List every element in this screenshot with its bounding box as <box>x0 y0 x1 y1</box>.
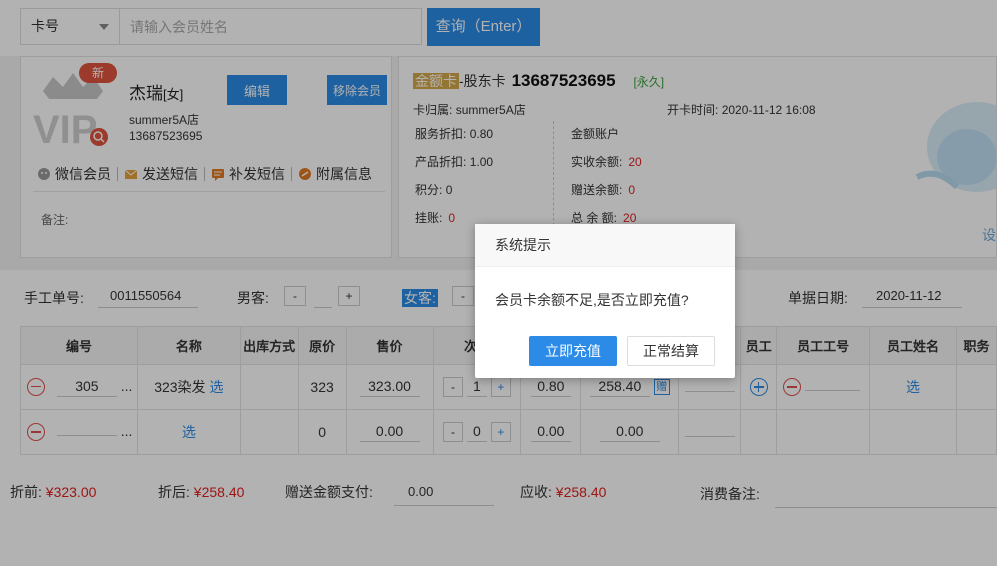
system-prompt-dialog: 系统提示 会员卡余额不足,是否立即充值? 立即充值 正常结算 <box>475 224 735 378</box>
dialog-title: 系统提示 <box>475 224 735 267</box>
recharge-now-button[interactable]: 立即充值 <box>529 336 617 366</box>
dialog-message: 会员卡余额不足,是否立即充值? <box>495 292 689 308</box>
normal-checkout-button[interactable]: 正常结算 <box>627 336 715 366</box>
